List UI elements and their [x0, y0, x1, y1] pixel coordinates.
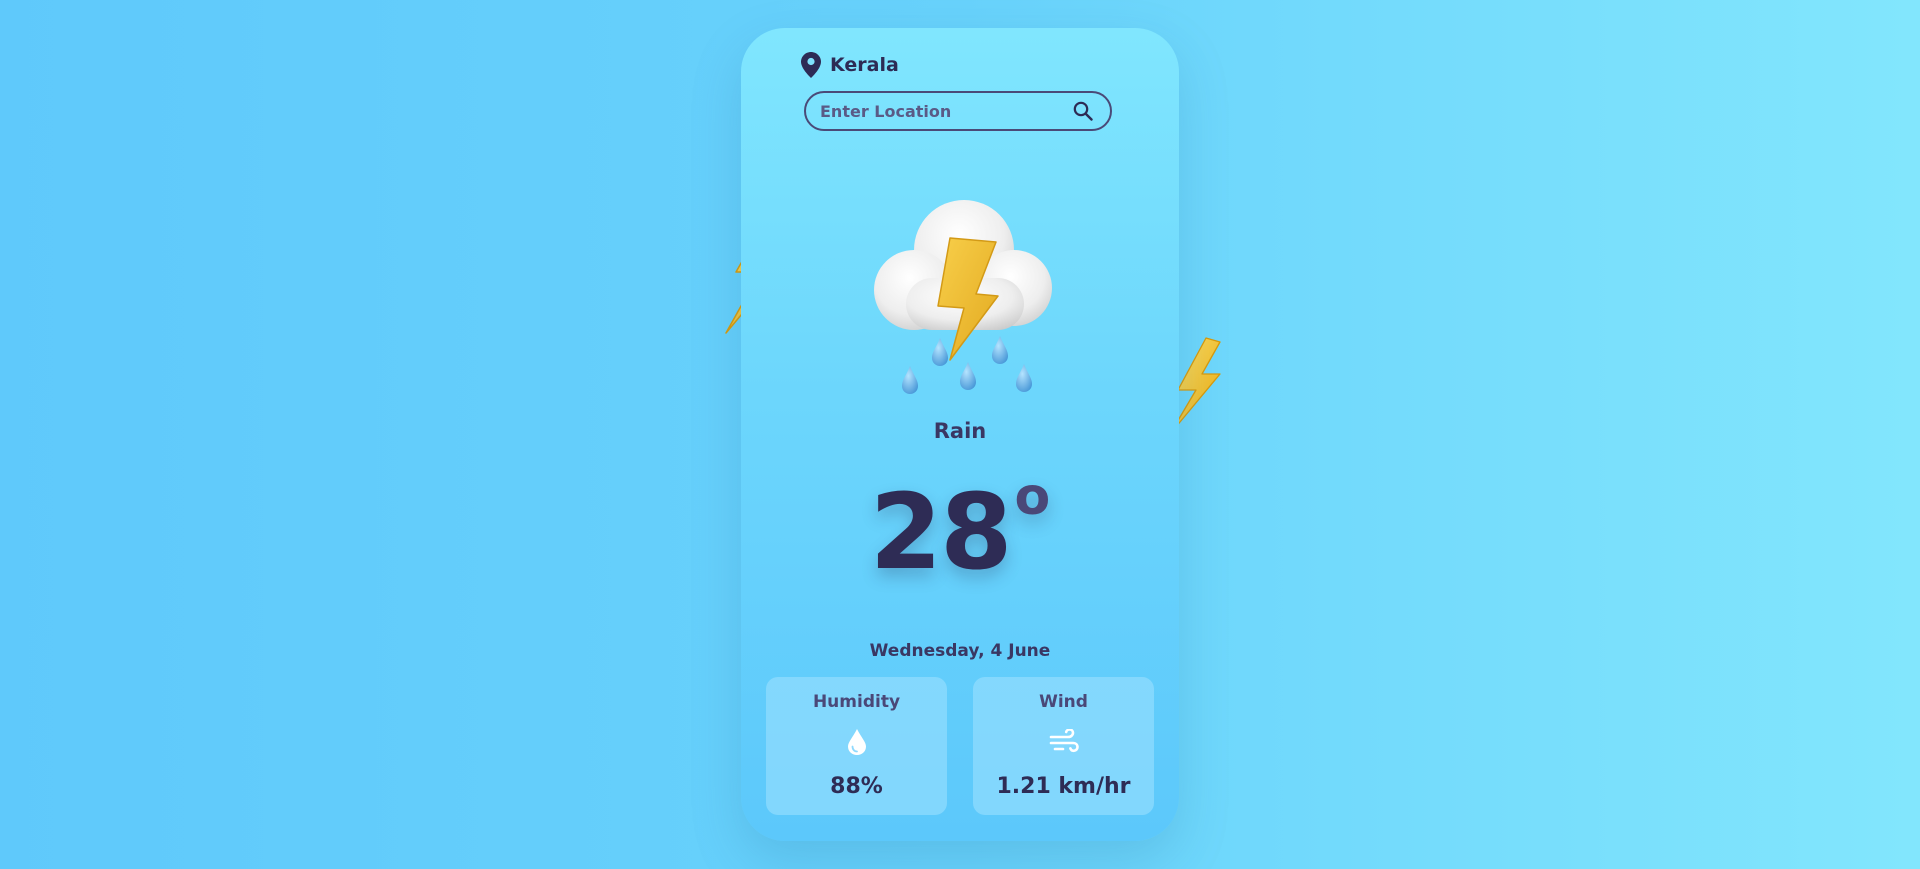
weather-condition: Rain [933, 419, 987, 443]
humidity-label: Humidity [812, 692, 901, 712]
wind-icon [1049, 729, 1079, 753]
degree-symbol: o [1014, 467, 1051, 527]
temperature-value: 28 [869, 471, 1013, 593]
location-header: Kerala [801, 52, 899, 78]
search-bar [804, 91, 1112, 131]
wind-card: Wind 1.21 km/hr [973, 677, 1154, 815]
wind-label: Wind [1039, 692, 1088, 712]
humidity-card: Humidity 88% [766, 677, 947, 815]
water-drop-icon [847, 729, 866, 755]
search-button[interactable] [1070, 98, 1096, 124]
weather-card: Kerala Enter Location Rain 28o Wednesday… [741, 28, 1179, 841]
humidity-value: 88% [830, 774, 883, 799]
temperature-display: 28o [741, 471, 1179, 584]
search-icon [1073, 101, 1093, 121]
location-name: Kerala [830, 54, 899, 76]
map-pin-icon [801, 52, 821, 78]
wind-value: 1.21 km/hr [996, 774, 1131, 799]
current-date: Wednesday, 4 June [869, 641, 1051, 661]
search-input[interactable] [820, 101, 1070, 121]
thunderstorm-rain-icon [874, 200, 1052, 394]
